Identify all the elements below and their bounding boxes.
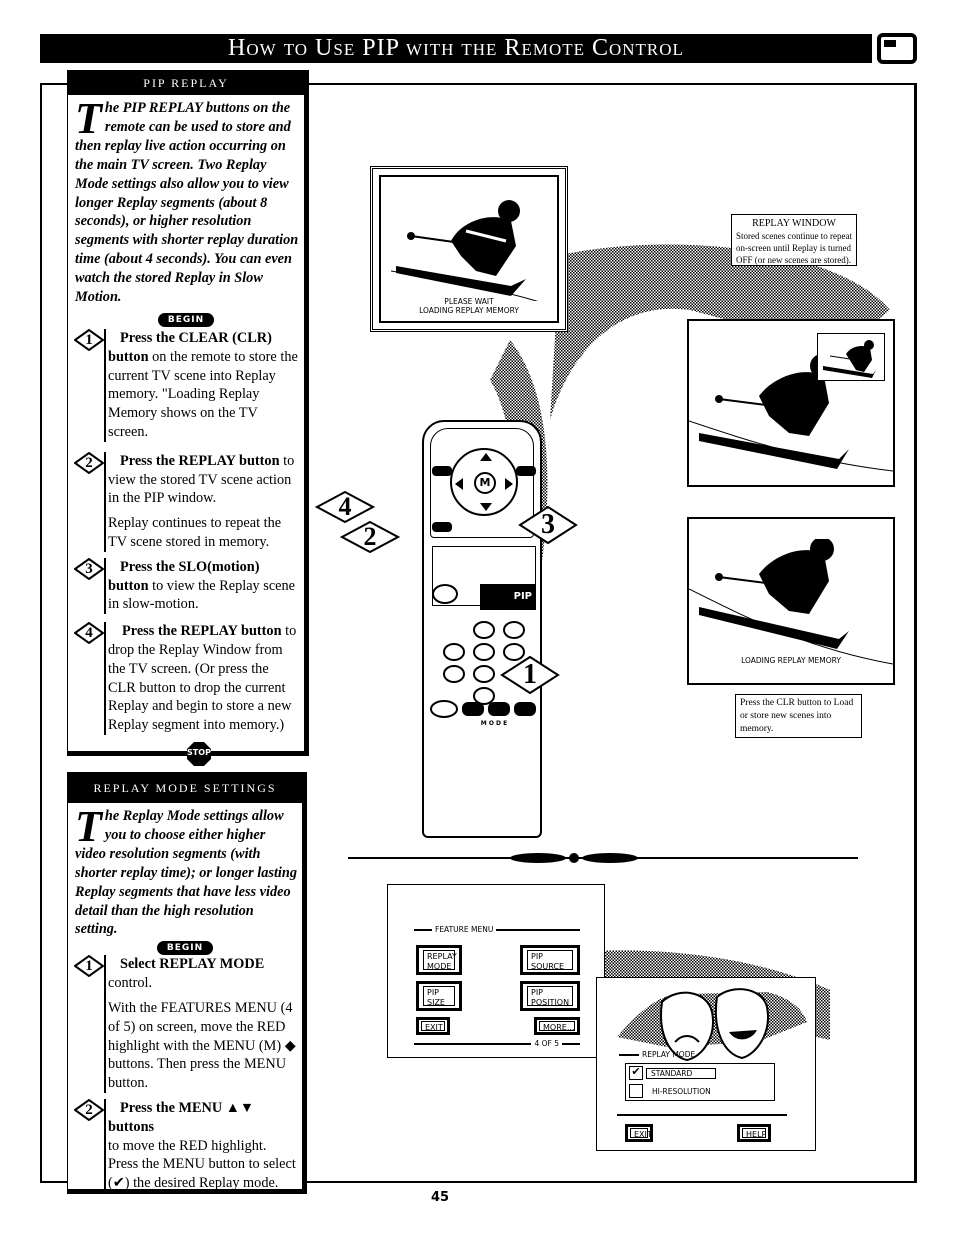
tv-screen-message: LOADING REPLAY MEMORY [741, 656, 841, 665]
pip-controls[interactable]: PIP [480, 584, 536, 610]
remote-control: M PIP M O D E [422, 420, 542, 838]
replay-mode-settings-heading: REPLAY MODE SETTINGS [68, 773, 302, 803]
checkbox-checked-icon[interactable]: ✔ [629, 1066, 643, 1080]
step-text: control. [108, 975, 153, 992]
step-text: to drop the Replay Window from the TV sc… [108, 623, 297, 734]
ornamental-divider [348, 853, 858, 863]
tv-screen-message: PLEASE WAIT LOADING REPLAY MEMORY [419, 297, 519, 315]
step-number-diamond: 1 [74, 328, 104, 351]
replay-mode-intro: The Replay Mode settings allow you to ch… [68, 803, 302, 939]
step-text: to move the RED highlight. Press the MEN… [108, 1137, 296, 1192]
skier-illustration [391, 200, 539, 301]
tv-screen-loading-2: LOADING REPLAY MEMORY [687, 517, 895, 685]
step-bold-text: Press the REPLAY button [122, 623, 282, 640]
menu-more-button[interactable]: MORE... [534, 1017, 580, 1035]
replay-exit-button[interactable]: EXIT [625, 1124, 653, 1142]
step-number-diamond: 2 [74, 451, 104, 474]
mute-button[interactable] [432, 522, 452, 532]
menu-replay-mode-button[interactable]: REPLAY MODE [416, 945, 462, 975]
feature-menu-screen: FEATURE MENU REPLAY MODE PIP SOURCE PIP … [387, 884, 605, 1058]
option-hi-resolution[interactable]: HI-RESOLUTION [626, 1082, 774, 1100]
menu-button[interactable]: M [474, 472, 496, 494]
page-number: 45 [430, 1190, 450, 1205]
tv-screen-loading: PLEASE WAIT LOADING REPLAY MEMORY [370, 166, 568, 332]
step-bold-text: Press the MENU ▲▼ buttons [108, 1099, 255, 1135]
menu-pip-position-button[interactable]: PIP POSITION [520, 981, 580, 1011]
skier-illustration [823, 340, 876, 378]
skier-illustration [689, 539, 893, 665]
step-1: 1 Select REPLAY MODE control. With the F… [74, 955, 298, 1093]
step-2: 2 Press the REPLAY button to view the st… [74, 451, 300, 552]
step-bold-text: Select REPLAY MODE [120, 956, 265, 973]
replay-window-caption: REPLAY WINDOW Stored scenes continue to … [731, 214, 857, 266]
replay-mode-settings-panel: REPLAY MODE SETTINGS The Replay Mode set… [67, 772, 307, 1194]
callout-2: 2 [339, 520, 401, 554]
tv-screen-icon [877, 33, 917, 64]
intro-text: he Replay Mode settings allow you to cho… [75, 808, 298, 938]
option-standard[interactable]: ✔ STANDARD [626, 1064, 774, 1082]
dropcap: T [75, 802, 102, 851]
right-arrow-icon [505, 478, 513, 490]
checkbox-empty-icon[interactable] [629, 1084, 643, 1098]
pip-replay-heading: PIP REPLAY [68, 71, 304, 95]
pip-replay-panel: PIP REPLAY The PIP REPLAY buttons on the… [67, 70, 309, 766]
replay-help-button[interactable]: HELP [737, 1124, 771, 1142]
step-1: 1 Press the CLEAR (CLR) button on the re… [74, 328, 300, 442]
pip-window [817, 333, 885, 381]
step-2: 2 Press the MENU ▲▼ buttons to move the … [74, 1098, 298, 1193]
dpad[interactable]: M [450, 448, 518, 516]
tv-screen-with-pip [687, 319, 895, 487]
replay-mode-title: REPLAY MODE [619, 1050, 789, 1059]
menu-pip-source-button[interactable]: PIP SOURCE [520, 945, 580, 975]
menu-exit-button[interactable]: EXIT [416, 1017, 450, 1035]
feature-menu-title: FEATURE MENU [414, 925, 580, 934]
callout-4: 4 [314, 490, 376, 524]
step-number-diamond: 1 [74, 955, 104, 978]
left-arrow-icon [455, 478, 463, 490]
intro-text: he PIP REPLAY buttons on the remote can … [75, 100, 299, 306]
clr-caption: Press the CLR button to Load or store ne… [735, 694, 862, 738]
step-number-diamond: 4 [74, 622, 104, 645]
step-number-diamond: 3 [74, 557, 104, 580]
pip-replay-intro: The PIP REPLAY buttons on the remote can… [68, 95, 304, 307]
begin-badge: BEGIN [158, 312, 214, 327]
begin-badge: BEGIN [157, 941, 213, 956]
replay-mode-screen: REPLAY MODE ✔ STANDARD HI-RESOLUTION EXI… [596, 977, 816, 1151]
step-number-diamond: 2 [74, 1098, 104, 1121]
step-4: 4 Press the REPLAY button to drop the Re… [74, 622, 300, 735]
stop-sign-icon: STOP [186, 741, 212, 767]
step-extra-text: Replay continues to repeat the TV scene … [108, 515, 282, 550]
page-title: How to Use PIP with the Remote Control [40, 34, 872, 63]
callout-3: 3 [518, 505, 578, 545]
replay-mode-options: ✔ STANDARD HI-RESOLUTION [625, 1063, 775, 1101]
step-3: 3 Press the SLO(motion) button to view t… [74, 557, 300, 615]
status-button[interactable] [516, 466, 536, 476]
mode-buttons[interactable] [430, 700, 538, 718]
dropcap: T [75, 94, 102, 143]
mode-label: M O D E [480, 720, 508, 727]
step-bold-text: Press the REPLAY button [120, 452, 280, 469]
replay-button[interactable] [432, 584, 458, 604]
up-arrow-icon [480, 453, 492, 461]
clear-button[interactable] [432, 466, 452, 476]
step-extra-text: With the FEATURES MENU (4 of 5) on scree… [108, 999, 296, 1092]
callout-1: 1 [500, 655, 560, 695]
feature-menu-page: 4 OF 5 [414, 1039, 580, 1048]
menu-pip-size-button[interactable]: PIP SIZE [416, 981, 462, 1011]
down-arrow-icon [480, 503, 492, 511]
